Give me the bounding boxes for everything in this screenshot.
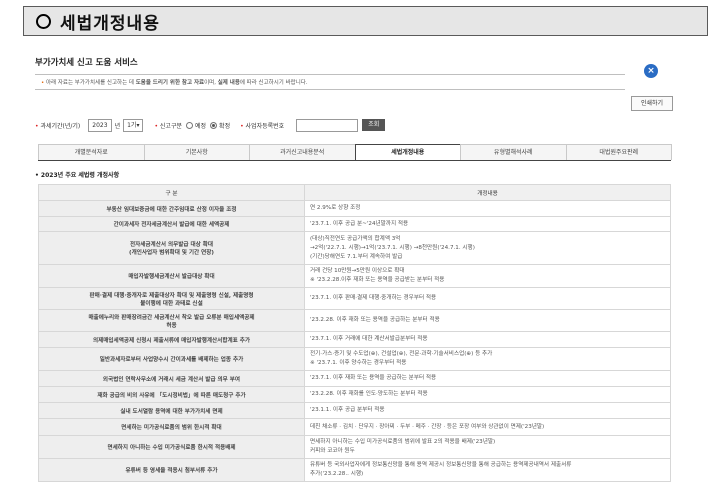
bizno-input[interactable] [296,118,359,132]
table-row: 부동산 임대보증금에 대한 간주임대료 산정 이자율 조정 연 2.9%로 상향 … [38,200,671,217]
row-item: 매출에누리와 판매장려금간 세금계산서 착오 발급 오류분 매입세액공제 허용 [38,309,305,332]
table-row: 전자세금계산서 의무발급 대상 확대 (개인사업자 범위확대 및 기간 연장)(… [38,231,671,265]
row-content: '23.7.1. 이후 거래에 대한 계산서발급분부터 적용 [304,331,671,348]
row-content: '23.7.1. 이후 판매·결제 대행·중개하는 경우부터 적용 [304,287,671,310]
row-item: 면세하는 미가공식료품의 범위 한시적 확대 [38,418,305,436]
row-item: 재화 공급의 비외 사유에 「도시정비법」에 따른 매도청구 추가 [38,386,305,403]
close-icon[interactable]: × [644,64,658,78]
row-item: 판매·결제 대행·중개자로 제출대상자 확대 및 제출명령 신설, 제출명령 불… [38,287,305,310]
table-row: 면세하지 아니하는 수입 미가공식료품 한시적 적용배제 면세하지 아니하는 수입… [38,435,671,459]
table-row: 재화 공급의 비외 사유에 「도시정비법」에 따른 매도청구 추가 '23.2.2… [38,386,671,403]
table-row: 면세하는 미가공식료품의 범위 한시적 확대 데친 채소류 · 김치 · 단무지 … [38,418,671,436]
tab-basic-info[interactable]: 기본사항 [143,144,250,160]
row-content: '23.1.1. 이후 공급 분부터 적용 [304,402,671,419]
term-select[interactable]: 1기▾ [123,118,144,132]
row-content: '23.7.1. 이후 재화 또는 용역을 공급하는 분부터 적용 [304,370,671,387]
notice-text-bold1: 도움을 드리기 위한 참고 자료 [135,80,205,86]
revision-table: 구 분 개정내용 부동산 임대보증금에 대한 간주임대료 산정 이자율 조정 연 … [38,184,671,482]
year-select[interactable]: 2023 [88,118,112,132]
table-row: 유튜버 등 영세율 적용시 첨부서류 추가 유튜버 등 국외사업자에게 정보통신망… [38,458,671,482]
table-row: 간이과세자 전자세금계산서 발급에 대한 세액공제 '23.7.1. 이후 공급 … [38,216,671,232]
row-item: 간이과세자 전자세금계산서 발급에 대한 세액공제 [38,216,305,232]
print-button[interactable]: 인쇄하기 [631,96,673,111]
report-type-label: 신고구분 [154,121,182,130]
row-content: 유튜버 등 국외사업자에게 정보통신망을 통해 용역 제공시 정보통신망을 통해… [304,458,671,482]
radio-final-label: 확정 [219,122,231,130]
table-row: 외국법인 연락사무소에 거래시 세금 계산서 발급 의무 부여 '23.7.1. … [38,370,671,387]
section-header: 세법개정내용 [23,6,708,36]
tab-bar: 개별분석자료 기본사항 과거신고내용분석 세법개정내용 유형별해석사례 대법원주… [38,144,672,161]
tab-supreme-court-cases[interactable]: 대법원주요판례 [565,144,672,160]
section-title: 세법개정내용 [60,13,160,34]
table-row: 매입자발행세금계산서 발급대상 확대 거래 건당 10만원→5만원 이상으로 확대… [38,264,671,288]
row-content: 데친 채소류 · 김치 · 단무지 · 장아찌 · 두부 · 메주 · 간장 ·… [304,418,671,436]
tab-tax-law-revision[interactable]: 세법개정내용 [354,144,461,160]
row-content: '23.2.28. 이후 재화 또는 용역을 공급하는 분부터 적용 [304,309,671,332]
row-item: 실내 도서열람 용역에 대한 부가가치세 면제 [38,402,305,419]
query-button[interactable]: 조회 [362,119,386,131]
row-item: 외국법인 연락사무소에 거래시 세금 계산서 발급 의무 부여 [38,370,305,387]
table-row: 실내 도서열람 용역에 대한 부가가치세 면제 '23.1.1. 이후 공급 분부… [38,402,671,419]
notice-bullet: • [41,80,45,86]
row-content: '23.7.1. 이후 공급 분~'24년말까지 적용 [304,216,671,232]
column-header-category: 구 분 [38,184,305,201]
table-row: 매출에누리와 판매장려금간 세금계산서 착오 발급 오류분 매입세액공제 허용 '… [38,309,671,332]
chevron-down-icon: ▾ [136,121,140,129]
row-content: 연 2.9%로 상향 조정 [304,200,671,217]
notice-text-mid: 이며, [204,80,218,86]
notice-text-post: 에 따라 신고하시기 바랍니다. [239,80,308,86]
year-unit: 년 [114,122,121,130]
column-header-content: 개정내용 [304,184,671,201]
table-row: 의제매입세액공제 신청시 제출서류에 매입자발행계산서합계표 추가 '23.7.1… [38,331,671,348]
row-item: 부동산 임대보증금에 대한 간주임대료 산정 이자율 조정 [38,200,305,217]
row-item: 전자세금계산서 의무발급 대상 확대 (개인사업자 범위확대 및 기간 연장) [38,231,305,265]
subtitle: • 2023년 주요 세법령 개정사항 [35,172,120,179]
bizno-label: 사업자등록번호 [240,121,285,130]
table-row: 일반과세자로부터 사업양수시 간이과세를 배제하는 업종 추가 전기·가스·증기 … [38,347,671,371]
notice-text-bold2: 실제 내용 [217,80,240,86]
row-item: 면세하지 아니하는 수입 미가공식료품 한시적 적용배제 [38,435,305,459]
row-item: 의제매입세액공제 신청시 제출서류에 매입자발행계산서합계표 추가 [38,331,305,348]
table-header-row: 구 분 개정내용 [38,184,671,201]
row-content: 전기·가스·증기 및 수도업(⊕), 건설업(⊕), 전문·과학·기술서비스업(… [304,347,671,371]
row-content: 거래 건당 10만원→5만원 이상으로 확대 ※ '23.2.28.이후 재화 … [304,264,671,288]
tab-individual-analysis[interactable]: 개별분석자료 [38,144,145,160]
row-item: 유튜버 등 영세율 적용시 첨부서류 추가 [38,458,305,482]
service-panel: 부가가치세 신고 도움 서비스 × • 아래 자료는 부가가치세를 신고하는 데… [29,46,679,500]
notice-text-pre: 아래 자료는 부가가치세를 신고하는 데 [46,80,136,86]
period-label: 과세기간(년/기) [35,121,80,130]
radio-final[interactable] [210,121,218,129]
tab-interpretation-cases[interactable]: 유형별해석사례 [460,144,567,160]
row-content: (대상)직전연도 공급가액의 합계액 3억 →2억('22.7.1. 시행)→1… [304,231,671,265]
radio-preliminary-label: 예정 [195,122,207,130]
row-item: 매입자발행세금계산서 발급대상 확대 [38,264,305,288]
row-content: 면세하지 아니하는 수입 미가공식료품의 범위에 발표 2의 적용을 배제('2… [304,435,671,459]
radio-preliminary[interactable] [186,121,193,129]
service-title: 부가가치세 신고 도움 서비스 [35,58,138,68]
filter-bar: 과세기간(년/기) 2023 년 1기▾ 신고구분 예정 확정 사업자등록번호 … [35,118,673,132]
row-content: '23.2.28. 이후 재화를 인도·양도하는 분부터 적용 [304,386,671,403]
notice-box: • 아래 자료는 부가가치세를 신고하는 데 도움을 드리기 위한 참고 자료이… [35,74,625,90]
table-row: 판매·결제 대행·중개자로 제출대상자 확대 및 제출명령 신설, 제출명령 불… [38,287,671,310]
circle-icon [36,13,51,29]
tab-past-return-analysis[interactable]: 과거신고내용분석 [249,144,356,160]
row-item: 일반과세자로부터 사업양수시 간이과세를 배제하는 업종 추가 [38,347,305,371]
